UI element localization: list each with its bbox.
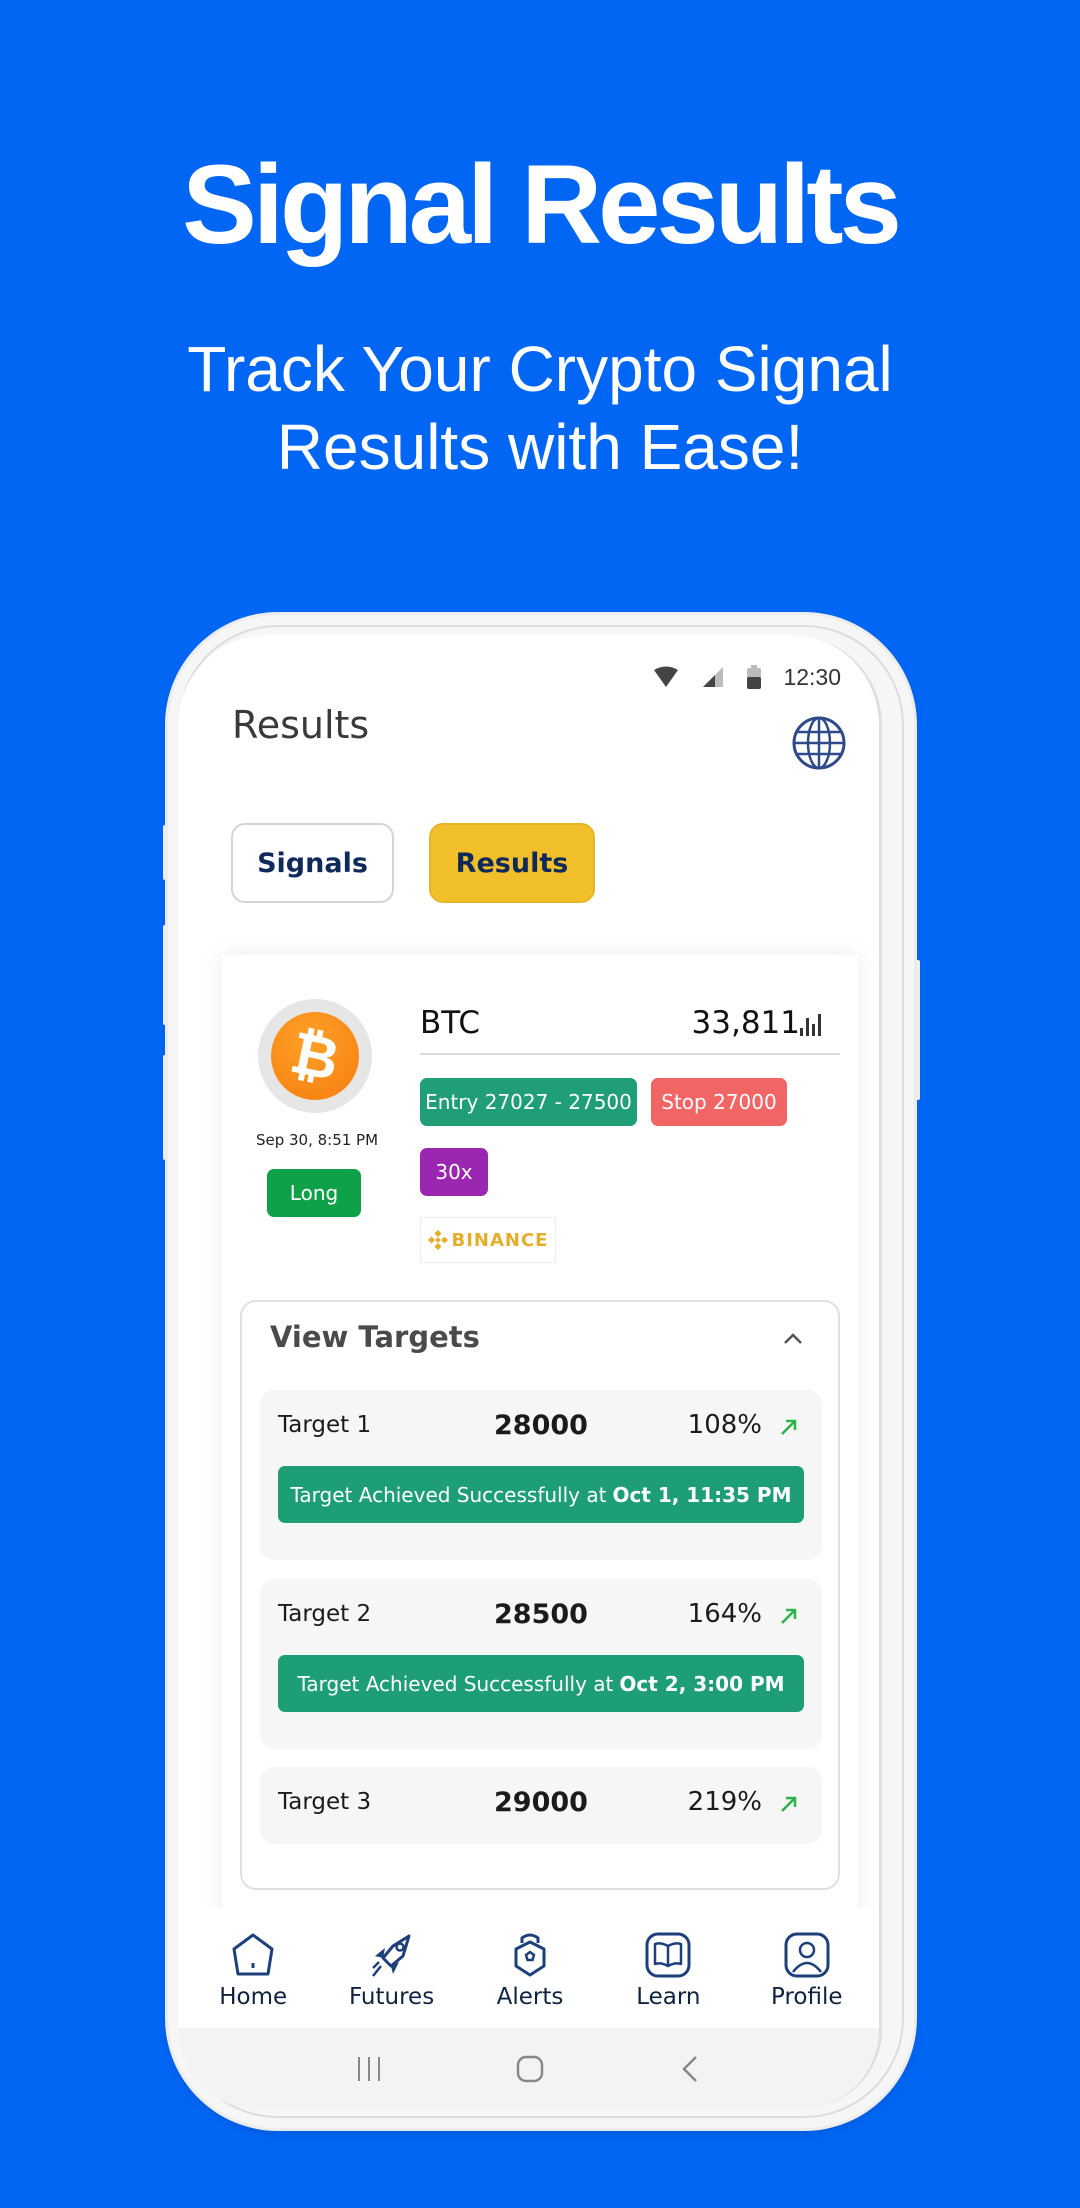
tab-results[interactable]: Results bbox=[429, 823, 595, 903]
target-name: Target 1 bbox=[278, 1412, 372, 1438]
target-percent: 164% bbox=[687, 1599, 762, 1629]
hero-subtitle: Track Your Crypto Signal Results with Ea… bbox=[0, 330, 1080, 486]
divider bbox=[420, 1053, 840, 1055]
alert-lock-icon bbox=[514, 1933, 546, 1977]
wifi-icon bbox=[654, 666, 679, 687]
system-nav-bar bbox=[178, 2028, 879, 2109]
target-status: Target Achieved Successfully at bbox=[290, 1482, 607, 1507]
home-button[interactable] bbox=[515, 2055, 545, 2083]
targets-panel: View Targets Target 1 28000 108% Target … bbox=[240, 1300, 840, 1890]
targets-toggle[interactable]: View Targets bbox=[270, 1320, 480, 1354]
bar-chart-icon[interactable] bbox=[800, 1012, 822, 1036]
nav-home[interactable]: Home bbox=[188, 1908, 318, 2010]
target-percent: 219% bbox=[687, 1787, 762, 1817]
coin-avatar: ₿ bbox=[258, 999, 372, 1113]
hero-title: Signal Results bbox=[182, 142, 902, 267]
back-button[interactable] bbox=[676, 2055, 706, 2083]
exchange-name: BINANCE bbox=[451, 1229, 549, 1251]
binance-icon bbox=[427, 1230, 448, 1250]
recents-button[interactable] bbox=[354, 2055, 384, 2083]
bitcoin-icon: ₿ bbox=[262, 1003, 368, 1109]
entry-badge: Entry 27027 - 27500 bbox=[420, 1078, 637, 1126]
signal-icon bbox=[703, 667, 724, 687]
arrow-up-right-icon bbox=[781, 1419, 797, 1435]
target-status: Target Achieved Successfully at bbox=[297, 1671, 614, 1696]
nav-label: Futures bbox=[348, 1984, 435, 2010]
nav-label: Alerts bbox=[496, 1984, 564, 2010]
profile-icon bbox=[784, 1932, 830, 1978]
leverage-badge: 30x bbox=[420, 1148, 488, 1196]
nav-alerts[interactable]: Alerts bbox=[465, 1908, 595, 2010]
bottom-nav: Home Futures Alerts Learn Profile bbox=[178, 1908, 879, 2028]
status-time: 12:30 bbox=[783, 663, 841, 690]
target-row: Target 2 28500 164% Target Achieved Succ… bbox=[260, 1579, 822, 1749]
chevron-up-icon[interactable] bbox=[782, 1328, 804, 1350]
phone-screen: 12:30 Results Signals Results ₿ Sep 30, … bbox=[178, 635, 882, 2109]
nav-label: Home bbox=[219, 1984, 288, 2010]
nav-futures[interactable]: Futures bbox=[327, 1908, 457, 2010]
arrow-up-right-icon bbox=[781, 1796, 797, 1812]
hero-subtitle-line2: Results with Ease! bbox=[276, 411, 804, 483]
target-time: Oct 2, 3:00 PM bbox=[619, 1671, 785, 1696]
book-icon bbox=[645, 1932, 691, 1978]
target-name: Target 2 bbox=[278, 1601, 372, 1627]
target-percent: 108% bbox=[687, 1410, 762, 1440]
rocket-icon bbox=[371, 1934, 411, 1977]
coin-price: 33,811 bbox=[691, 1005, 800, 1041]
target-price: 29000 bbox=[494, 1787, 588, 1818]
stop-badge: Stop 27000 bbox=[651, 1078, 787, 1126]
tab-signals[interactable]: Signals bbox=[231, 823, 394, 903]
exchange-logo: BINANCE bbox=[420, 1217, 556, 1263]
arrow-up-right-icon bbox=[781, 1608, 797, 1624]
nav-learn[interactable]: Learn bbox=[603, 1908, 733, 2010]
direction-badge: Long bbox=[267, 1169, 361, 1217]
status-bar: 12:30 bbox=[653, 657, 841, 697]
globe-icon[interactable] bbox=[791, 715, 847, 771]
target-time: Oct 1, 11:35 PM bbox=[612, 1482, 792, 1507]
nav-label: Profile bbox=[770, 1984, 843, 2010]
page-title: Results bbox=[232, 703, 370, 747]
target-achieved-banner: Target Achieved Successfully at Oct 2, 3… bbox=[278, 1655, 804, 1712]
nav-profile[interactable]: Profile bbox=[742, 1908, 872, 2010]
target-row: Target 3 29000 219% bbox=[260, 1767, 822, 1844]
target-name: Target 3 bbox=[278, 1789, 372, 1815]
target-price: 28000 bbox=[494, 1410, 588, 1441]
hero-subtitle-line1: Track Your Crypto Signal bbox=[187, 333, 893, 405]
coin-symbol: BTC bbox=[420, 1005, 481, 1041]
target-achieved-banner: Target Achieved Successfully at Oct 1, 1… bbox=[278, 1466, 804, 1523]
signal-card: ₿ Sep 30, 8:51 PM Long BTC 33,811 Entry … bbox=[222, 955, 858, 2055]
target-price: 28500 bbox=[494, 1599, 588, 1630]
target-row: Target 1 28000 108% Target Achieved Succ… bbox=[260, 1390, 822, 1560]
battery-icon bbox=[747, 665, 762, 689]
signal-date: Sep 30, 8:51 PM bbox=[255, 1131, 379, 1149]
home-icon bbox=[232, 1933, 274, 1976]
nav-label: Learn bbox=[636, 1984, 701, 2010]
